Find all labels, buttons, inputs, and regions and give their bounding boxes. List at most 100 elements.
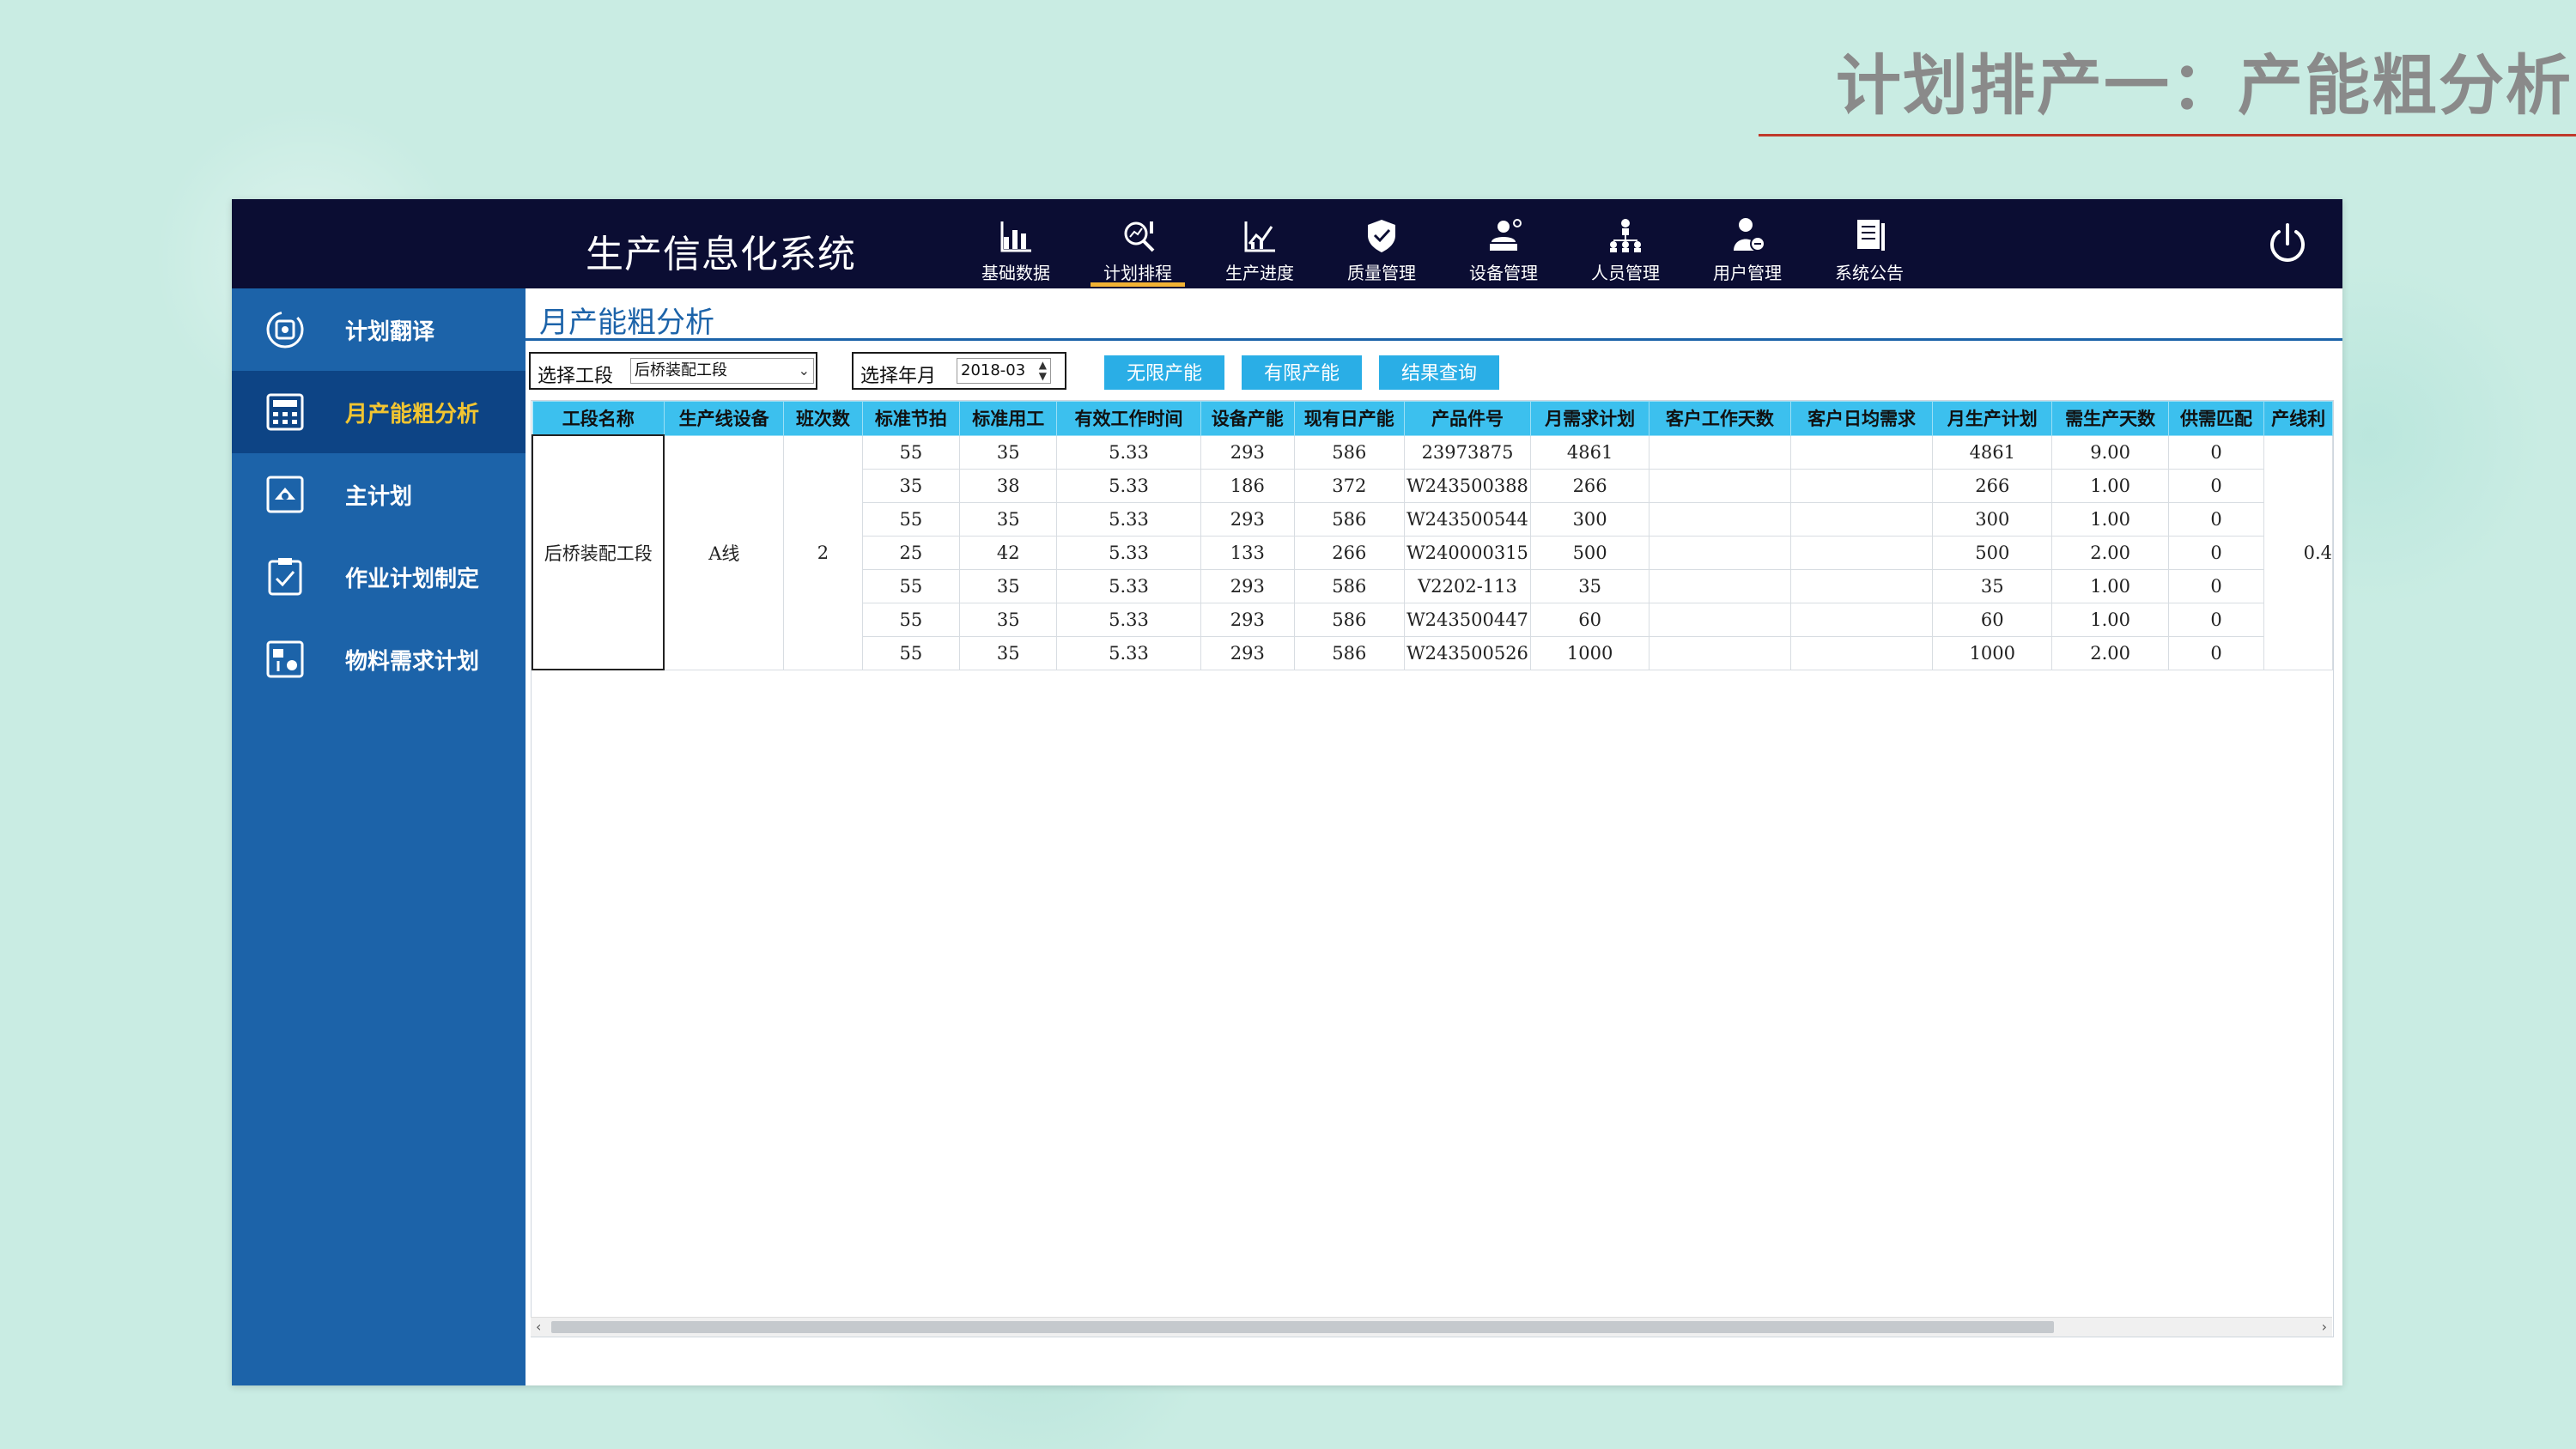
table-cell: W243500526	[1403, 635, 1532, 670]
limited-capacity-button[interactable]: 有限产能	[1242, 355, 1362, 390]
table-cell: 300	[1530, 501, 1649, 537]
nav-item-2[interactable]: 生产进度	[1204, 199, 1315, 288]
power-icon[interactable]	[2263, 220, 2312, 268]
column-header[interactable]: 生产线设备	[663, 401, 785, 436]
capacity-grid: 工段名称 生产线设备 班次数 标准节拍 标准用工 有效工作时间 设备产能 现有日产能 产品件号月…	[531, 400, 2334, 1337]
nav-item-4[interactable]: 设备管理	[1448, 199, 1559, 288]
table-cell: 1.00	[2051, 501, 2169, 537]
device-user-icon	[1490, 219, 1522, 251]
table-cell: 186	[1200, 468, 1296, 503]
table-cell: 0	[2167, 434, 2265, 470]
nav-item-label: 用户管理	[1713, 263, 1782, 283]
table-cell: 55	[861, 568, 961, 603]
table-cell: 4861	[1932, 434, 2053, 470]
scroll-left-icon[interactable]: ‹	[536, 1318, 541, 1337]
column-header[interactable]: 产线利	[2263, 401, 2333, 436]
section-filter: 选择工段 后桥装配工段 ⌄	[529, 352, 817, 390]
table-cell: 293	[1200, 635, 1296, 670]
page-title: 月产能粗分析	[539, 306, 714, 340]
month-stepper[interactable]: 2018-03 ▲ ▼	[957, 358, 1051, 384]
merged-cell-line-utilization: 0.4	[2263, 434, 2333, 670]
column-header[interactable]: 客户工作天数	[1648, 401, 1791, 436]
nav-item-0[interactable]: 基础数据	[960, 199, 1072, 288]
month-filter-label: 选择年月	[860, 366, 937, 387]
scroll-right-icon[interactable]: ›	[2322, 1318, 2327, 1337]
column-header[interactable]: 标准用工	[959, 401, 1058, 436]
clipboard-check-icon	[268, 558, 302, 596]
table-cell	[1789, 568, 1934, 603]
merged-cell-section-name: 后桥装配工段	[532, 434, 665, 670]
unlimited-capacity-button[interactable]: 无限产能	[1104, 355, 1224, 390]
table-row[interactable]: 后桥装配工段 A线 2 55 35 5.33 293 586 23973875 4861 4861 9…	[532, 434, 2333, 670]
table-cell: 300	[1932, 501, 2053, 537]
scrollbar-thumb[interactable]	[551, 1321, 2054, 1333]
table-cell	[1648, 635, 1791, 670]
table-cell: 5.33	[1056, 602, 1201, 637]
nav-item-6[interactable]: 用户管理	[1692, 199, 1803, 288]
column-header[interactable]: 现有日产能	[1294, 401, 1405, 436]
sidebar-item-2[interactable]: 主计划	[232, 453, 526, 536]
table-cell: 2.00	[2051, 535, 2169, 570]
nav-item-3[interactable]: 质量管理	[1326, 199, 1437, 288]
merged-cell-line: A线	[663, 434, 785, 670]
table-cell: 293	[1200, 602, 1296, 637]
column-header[interactable]: 班次数	[783, 401, 863, 436]
table-cell: 38	[959, 468, 1058, 503]
table-cell: 293	[1200, 501, 1296, 537]
user-icon	[1734, 218, 1765, 252]
table-cell: 1000	[1530, 635, 1649, 670]
sidebar-item-0[interactable]: 计划翻译	[232, 288, 526, 371]
column-header[interactable]: 月生产计划	[1932, 401, 2053, 436]
table-cell: 1.00	[2051, 602, 2169, 637]
table-cell	[1789, 468, 1934, 503]
table-cell: 0	[2167, 501, 2265, 537]
table-cell	[1789, 602, 1934, 637]
sidebar-item-1[interactable]: 月产能粗分析	[232, 371, 526, 453]
table-cell: W243500447	[1403, 602, 1532, 637]
table-cell: 500	[1530, 535, 1649, 570]
column-header[interactable]: 月需求计划	[1530, 401, 1649, 436]
sidebar-item-label: 作业计划制定	[345, 567, 480, 592]
table-cell: 25	[861, 535, 961, 570]
column-header[interactable]: 标准节拍	[861, 401, 961, 436]
table-cell: 133	[1200, 535, 1296, 570]
table-cell	[1648, 535, 1791, 570]
section-select[interactable]: 后桥装配工段 ⌄	[630, 358, 814, 384]
column-header[interactable]: 有效工作时间	[1056, 401, 1201, 436]
sidebar-item-3[interactable]: 作业计划制定	[232, 536, 526, 618]
nav-item-7[interactable]: 系统公告	[1814, 199, 1925, 288]
merged-cell-shifts: 2	[783, 434, 863, 670]
nav-item-1[interactable]: 计划排程	[1082, 199, 1194, 288]
table-cell: 5.33	[1056, 568, 1201, 603]
nav-item-label: 人员管理	[1591, 263, 1660, 283]
nav-item-label: 系统公告	[1835, 263, 1904, 283]
column-header[interactable]: 产品件号	[1403, 401, 1532, 436]
sidebar-item-label: 月产能粗分析	[345, 402, 480, 427]
nav-item-5[interactable]: 人员管理	[1570, 199, 1681, 288]
month-filter: 选择年月 2018-03 ▲ ▼	[852, 352, 1066, 390]
table-cell	[1789, 434, 1934, 470]
column-header[interactable]: 需生产天数	[2051, 401, 2169, 436]
query-results-button[interactable]: 结果查询	[1379, 355, 1499, 390]
column-header[interactable]: 客户日均需求	[1789, 401, 1934, 436]
horizontal-scrollbar[interactable]: ‹ ›	[531, 1317, 2332, 1337]
column-header[interactable]: 工段名称	[532, 401, 665, 436]
table-cell: 1.00	[2051, 468, 2169, 503]
plan-icon	[266, 476, 304, 513]
section-select-value: 后桥装配工段	[635, 361, 727, 379]
section-filter-label: 选择工段	[538, 366, 614, 387]
table-cell: W243500388	[1403, 468, 1532, 503]
org-chart-icon	[1610, 219, 1641, 252]
table-cell: 60	[1932, 602, 2053, 637]
nav-item-label: 质量管理	[1347, 263, 1416, 283]
table-cell: 266	[1294, 535, 1405, 570]
table-cell: 0	[2167, 635, 2265, 670]
table-cell: 9.00	[2051, 434, 2169, 470]
table-cell	[1789, 535, 1934, 570]
search-analytics-icon	[1124, 221, 1155, 252]
main-content: 月产能粗分析 选择工段 后桥装配工段 ⌄ 选择年月 2018-03 ▲ ▼ 无限产…	[526, 288, 2342, 1385]
nav-item-label: 计划排程	[1103, 263, 1172, 283]
column-header[interactable]: 设备产能	[1200, 401, 1296, 436]
column-header[interactable]: 供需匹配	[2167, 401, 2265, 436]
sidebar-item-4[interactable]: 物料需求计划	[232, 618, 526, 700]
